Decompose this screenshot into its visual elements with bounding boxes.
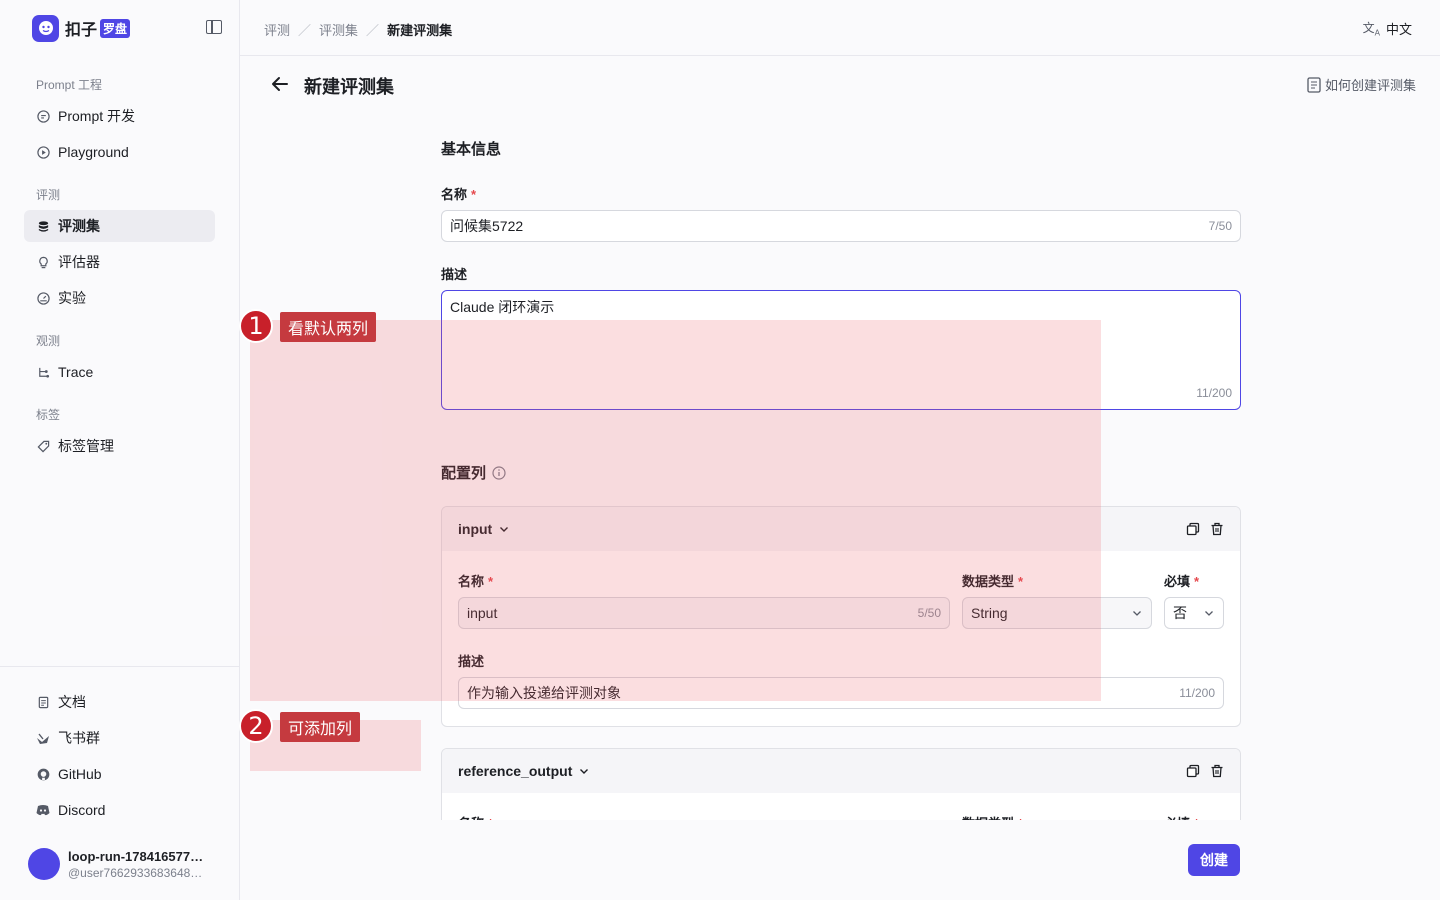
annotation-number-2: 2 bbox=[239, 709, 273, 743]
sidebar-item-evaluators[interactable]: 评估器 bbox=[24, 246, 215, 278]
app-logo[interactable]: 扣子 罗盘 bbox=[32, 14, 222, 42]
copy-icon[interactable] bbox=[1186, 764, 1200, 778]
annotation-label-1: 看默认两列 bbox=[280, 312, 377, 342]
chevron-down-icon bbox=[1205, 611, 1213, 616]
feishu-icon bbox=[36, 731, 50, 745]
copy-icon[interactable] bbox=[1186, 522, 1200, 536]
annotation-highlight-1 bbox=[250, 320, 1101, 701]
column-card-header[interactable]: reference_output bbox=[442, 749, 1240, 793]
section-basic-info: 基本信息 bbox=[441, 141, 502, 158]
doc-icon bbox=[36, 695, 50, 709]
sidebar-item-prompt-dev[interactable]: Prompt 开发 bbox=[24, 100, 215, 132]
sidebar-item-label: GitHub bbox=[58, 766, 102, 782]
sidebar-item-label: 飞书群 bbox=[58, 730, 100, 746]
sidebar-item-trace[interactable]: Trace bbox=[24, 356, 215, 388]
sidebar-item-experiments[interactable]: 实验 bbox=[24, 282, 215, 314]
user-handle: @user7662933683648… bbox=[68, 865, 203, 880]
database-icon bbox=[36, 219, 50, 233]
top-bar: 评测 ／ 评测集 ／ 新建评测集 文A 中文 bbox=[240, 0, 1440, 56]
document-icon bbox=[1307, 76, 1321, 93]
back-arrow-icon[interactable] bbox=[268, 72, 292, 96]
sidebar-item-label: Playground bbox=[58, 144, 129, 160]
trace-icon bbox=[36, 365, 50, 379]
discord-icon bbox=[36, 803, 50, 817]
translate-icon: 文A bbox=[1362, 21, 1380, 38]
help-link-label: 如何创建评测集 bbox=[1324, 78, 1416, 93]
tag-icon bbox=[36, 439, 50, 453]
sidebar-item-label: Trace bbox=[58, 364, 94, 380]
chevron-down-icon bbox=[580, 769, 589, 774]
breadcrumb-item-current: 新建评测集 bbox=[387, 23, 453, 38]
sidebar-item-label: 评估器 bbox=[58, 254, 100, 270]
nav-group-tags: 标签 bbox=[36, 408, 61, 422]
annotation-number-1: 1 bbox=[239, 309, 273, 343]
app-name: 扣子 bbox=[65, 22, 98, 39]
breadcrumb-separator: ／ bbox=[298, 23, 312, 38]
help-link[interactable]: 如何创建评测集 bbox=[1307, 75, 1416, 94]
language-label: 中文 bbox=[1385, 22, 1412, 37]
github-icon bbox=[36, 767, 50, 781]
dataset-description-counter: 11/200 bbox=[1196, 386, 1232, 400]
name-field-label: 名称 * bbox=[441, 187, 477, 202]
sidebar-item-docs[interactable]: 文档 bbox=[24, 686, 215, 718]
sidebar-item-tag-management[interactable]: 标签管理 bbox=[24, 430, 215, 462]
dataset-description-value: Claude 闭环演示 bbox=[450, 299, 555, 315]
nav-group-prompt: Prompt 工程 bbox=[36, 78, 103, 92]
chevron-down-icon bbox=[1133, 611, 1141, 616]
sidebar-item-label: 文档 bbox=[58, 694, 86, 710]
language-switch[interactable]: 文A 中文 bbox=[1363, 19, 1412, 38]
page-title: 新建评测集 bbox=[304, 77, 394, 97]
sidebar-item-discord[interactable]: Discord bbox=[24, 794, 215, 826]
avatar bbox=[28, 848, 60, 880]
gauge-icon bbox=[36, 291, 50, 305]
sidebar-divider bbox=[0, 666, 239, 667]
column-required-label: 必填* bbox=[1164, 574, 1200, 589]
breadcrumb-separator: ／ bbox=[366, 23, 380, 38]
form-footer bbox=[240, 820, 1440, 900]
nav-group-observe: 观测 bbox=[36, 334, 61, 348]
sidebar-item-label: Discord bbox=[58, 802, 106, 818]
dataset-name-input[interactable]: 问候集5722 7/50 bbox=[441, 210, 1241, 242]
dataset-name-value: 问候集5722 bbox=[450, 218, 524, 234]
sidebar-item-feishu[interactable]: 飞书群 bbox=[24, 722, 215, 754]
column-required-select[interactable]: 否 bbox=[1164, 597, 1224, 629]
nav-group-eval: 评测 bbox=[36, 188, 61, 202]
delete-icon[interactable] bbox=[1210, 522, 1224, 536]
sidebar-item-label: 标签管理 bbox=[58, 438, 114, 454]
sidebar: 扣子 罗盘 Prompt 工程 Prompt 开发 Playground 评测 … bbox=[0, 0, 240, 900]
sidebar-collapse-icon[interactable] bbox=[206, 20, 222, 34]
breadcrumb-item-datasets[interactable]: 评测集 bbox=[319, 20, 358, 39]
dataset-name-counter: 7/50 bbox=[1208, 219, 1232, 233]
annotation-label-2: 可添加列 bbox=[280, 712, 361, 742]
sidebar-item-datasets[interactable]: 评测集 bbox=[24, 210, 215, 242]
play-icon bbox=[36, 145, 50, 159]
breadcrumb: 评测 ／ 评测集 ／ 新建评测集 bbox=[264, 20, 452, 39]
sidebar-item-label: 评测集 bbox=[58, 218, 100, 234]
delete-icon[interactable] bbox=[1210, 764, 1224, 778]
column-desc-counter: 11/200 bbox=[1179, 686, 1215, 700]
user-profile[interactable]: loop-run-178416577… @user7662933683648… bbox=[28, 846, 228, 882]
prompt-icon bbox=[36, 109, 50, 123]
column-required-value: 否 bbox=[1173, 605, 1187, 621]
sidebar-item-label: Prompt 开发 bbox=[58, 108, 136, 124]
logo-icon bbox=[32, 14, 59, 42]
app-badge: 罗盘 bbox=[100, 18, 131, 38]
description-field-label: 描述 bbox=[441, 267, 468, 282]
sidebar-item-github[interactable]: GitHub bbox=[24, 758, 215, 790]
breadcrumb-item-eval[interactable]: 评测 bbox=[264, 20, 290, 39]
sidebar-item-label: 实验 bbox=[58, 290, 86, 306]
create-button[interactable]: 创建 bbox=[1188, 844, 1240, 876]
column-title: reference_output bbox=[458, 763, 573, 779]
bulb-icon bbox=[36, 255, 50, 269]
sidebar-item-playground[interactable]: Playground bbox=[24, 136, 215, 168]
user-name: loop-run-178416577… bbox=[68, 848, 204, 864]
